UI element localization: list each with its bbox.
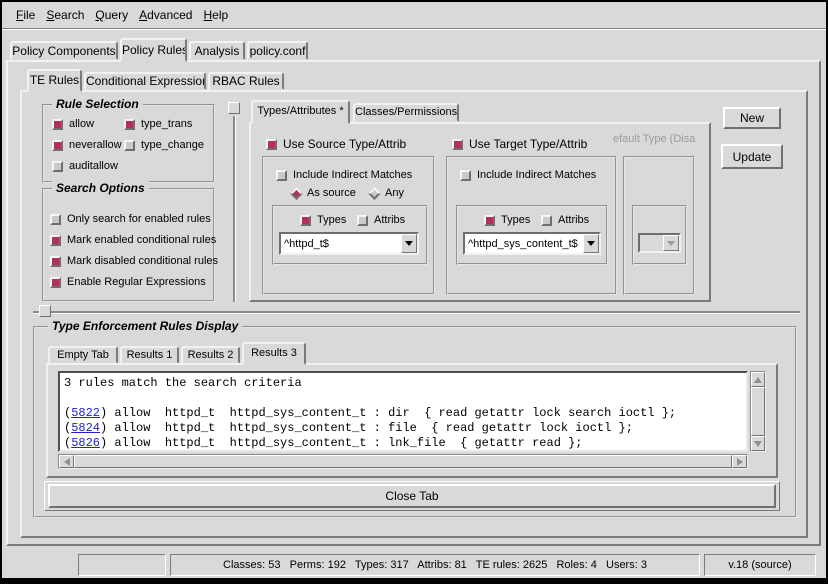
rule-id-link[interactable]: 5826 <box>71 436 100 450</box>
result-rule-row: (5826) allow httpd_t httpd_sys_content_t… <box>64 436 742 451</box>
results-summary: 3 rules match the search criteria <box>64 376 742 391</box>
te-rules-content: Rule Selection allow type_trans neverall… <box>0 0 828 584</box>
rule-id-link[interactable]: 5822 <box>71 406 100 420</box>
rule-text: ) allow httpd_t httpd_sys_content_t : di… <box>100 406 676 420</box>
tab-te-rules[interactable]: TE Rules <box>27 69 82 92</box>
horizontal-scrollbar[interactable] <box>58 454 748 469</box>
close-tab-button[interactable]: Close Tab <box>48 484 776 508</box>
tab-results-3[interactable]: Results 3 <box>242 342 306 365</box>
tab-types-attributes[interactable]: Types/Attributes * <box>251 100 350 124</box>
horizontal-scrollbar-thumb[interactable] <box>74 455 732 468</box>
rule-text: ) allow httpd_t httpd_sys_content_t : ln… <box>100 436 582 450</box>
rule-id-link[interactable]: 5824 <box>71 421 100 435</box>
app-window: File Search Query Advanced Help Policy C… <box>0 0 828 584</box>
result-rule-row: (5824) allow httpd_t httpd_sys_content_t… <box>64 421 742 436</box>
result-rule-row: (5822) allow httpd_t httpd_sys_content_t… <box>64 406 742 421</box>
arrow-left-icon[interactable] <box>59 455 74 468</box>
results-blank-line <box>64 391 742 406</box>
rule-text: ) allow httpd_t httpd_sys_content_t : fi… <box>100 421 633 435</box>
arrow-down-icon[interactable] <box>751 436 765 451</box>
vertical-scrollbar-thumb[interactable] <box>751 387 765 436</box>
results-3-content: 3 rules match the search criteria (5822)… <box>0 0 828 584</box>
arrow-up-icon[interactable] <box>751 372 765 387</box>
tab-policy-rules[interactable]: Policy Rules <box>120 38 187 62</box>
results-textarea[interactable]: 3 rules match the search criteria (5822)… <box>58 371 748 452</box>
vertical-scrollbar[interactable] <box>750 371 766 452</box>
arrow-right-icon[interactable] <box>732 455 747 468</box>
